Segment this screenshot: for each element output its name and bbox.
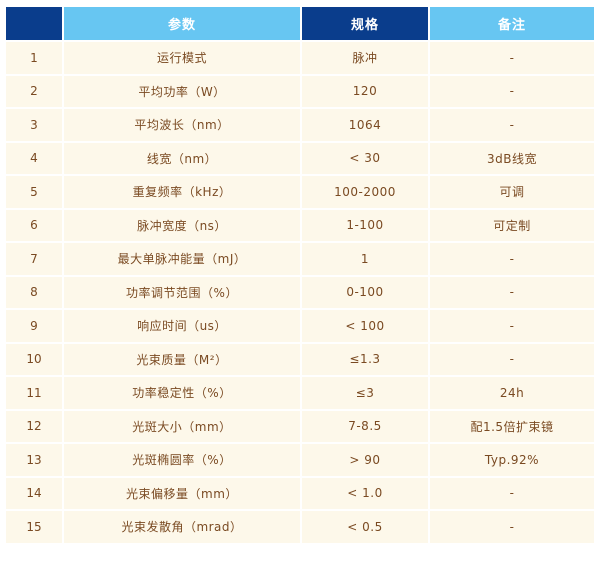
row-param: 功率稳定性（%） [64, 377, 300, 409]
row-note: - [430, 75, 594, 107]
row-note: - [430, 276, 594, 308]
header-index [6, 7, 62, 40]
row-param: 最大单脉冲能量（mJ） [64, 243, 300, 275]
row-spec: 7-8.5 [302, 410, 428, 442]
table-row: 13 光斑椭圆率（%） > 90 Typ.92% [6, 444, 594, 476]
table-row: 12 光斑大小（mm） 7-8.5 配1.5倍扩束镜 [6, 410, 594, 442]
row-index: 8 [6, 276, 62, 308]
row-param: 光斑椭圆率（%） [64, 444, 300, 476]
row-index: 2 [6, 75, 62, 107]
table-row: 15 光束发散角（mrad） < 0.5 - [6, 511, 594, 543]
row-param: 光斑大小（mm） [64, 410, 300, 442]
table-row: 7 最大单脉冲能量（mJ） 1 - [6, 243, 594, 275]
row-index: 15 [6, 511, 62, 543]
row-param: 平均功率（W） [64, 75, 300, 107]
row-note: 3dB线宽 [430, 142, 594, 174]
row-param: 脉冲宽度（ns） [64, 209, 300, 241]
row-index: 12 [6, 410, 62, 442]
row-index: 1 [6, 42, 62, 74]
row-index: 10 [6, 343, 62, 375]
row-note: Typ.92% [430, 444, 594, 476]
row-param: 线宽（nm） [64, 142, 300, 174]
row-spec: 1064 [302, 109, 428, 141]
table-row: 5 重复频率（kHz） 100-2000 可调 [6, 176, 594, 208]
row-note: - [430, 109, 594, 141]
table-row: 6 脉冲宽度（ns） 1-100 可定制 [6, 209, 594, 241]
row-note: - [430, 343, 594, 375]
row-spec: 0-100 [302, 276, 428, 308]
row-spec: 1 [302, 243, 428, 275]
table-row: 10 光束质量（M²） ≤1.3 - [6, 343, 594, 375]
table-row: 9 响应时间（us） < 100 - [6, 310, 594, 342]
row-index: 5 [6, 176, 62, 208]
row-note: 配1.5倍扩束镜 [430, 410, 594, 442]
table-row: 1 运行模式 脉冲 - [6, 42, 594, 74]
table-row: 4 线宽（nm） < 30 3dB线宽 [6, 142, 594, 174]
row-spec: < 0.5 [302, 511, 428, 543]
spec-table-body: 1 运行模式 脉冲 - 2 平均功率（W） 120 - 3 平均波长（nm） 1… [6, 42, 594, 543]
row-spec: < 1.0 [302, 477, 428, 509]
table-row: 8 功率调节范围（%） 0-100 - [6, 276, 594, 308]
row-index: 9 [6, 310, 62, 342]
row-note: - [430, 310, 594, 342]
row-note: - [430, 511, 594, 543]
row-param: 功率调节范围（%） [64, 276, 300, 308]
row-index: 11 [6, 377, 62, 409]
row-note: 24h [430, 377, 594, 409]
row-note: 可调 [430, 176, 594, 208]
row-index: 14 [6, 477, 62, 509]
row-note: - [430, 42, 594, 74]
row-index: 7 [6, 243, 62, 275]
table-row: 3 平均波长（nm） 1064 - [6, 109, 594, 141]
row-param: 运行模式 [64, 42, 300, 74]
row-param: 光束偏移量（mm） [64, 477, 300, 509]
row-spec: < 30 [302, 142, 428, 174]
row-param: 光束质量（M²） [64, 343, 300, 375]
row-spec: < 100 [302, 310, 428, 342]
table-row: 11 功率稳定性（%） ≤3 24h [6, 377, 594, 409]
row-param: 光束发散角（mrad） [64, 511, 300, 543]
row-spec: 100-2000 [302, 176, 428, 208]
header-row: 参数 规格 备注 [6, 7, 594, 40]
row-spec: ≤1.3 [302, 343, 428, 375]
row-index: 6 [6, 209, 62, 241]
header-param: 参数 [64, 7, 300, 40]
row-spec: 脉冲 [302, 42, 428, 74]
row-note: 可定制 [430, 209, 594, 241]
row-spec: > 90 [302, 444, 428, 476]
row-spec: 120 [302, 75, 428, 107]
row-spec: ≤3 [302, 377, 428, 409]
spec-table: 参数 规格 备注 1 运行模式 脉冲 - 2 平均功率（W） 120 - 3 平… [4, 5, 596, 545]
header-note: 备注 [430, 7, 594, 40]
row-param: 重复频率（kHz） [64, 176, 300, 208]
table-row: 2 平均功率（W） 120 - [6, 75, 594, 107]
row-note: - [430, 243, 594, 275]
header-spec: 规格 [302, 7, 428, 40]
row-note: - [430, 477, 594, 509]
row-spec: 1-100 [302, 209, 428, 241]
spec-table-header: 参数 规格 备注 [6, 7, 594, 40]
row-index: 3 [6, 109, 62, 141]
row-param: 平均波长（nm） [64, 109, 300, 141]
row-index: 4 [6, 142, 62, 174]
row-index: 13 [6, 444, 62, 476]
table-row: 14 光束偏移量（mm） < 1.0 - [6, 477, 594, 509]
row-param: 响应时间（us） [64, 310, 300, 342]
